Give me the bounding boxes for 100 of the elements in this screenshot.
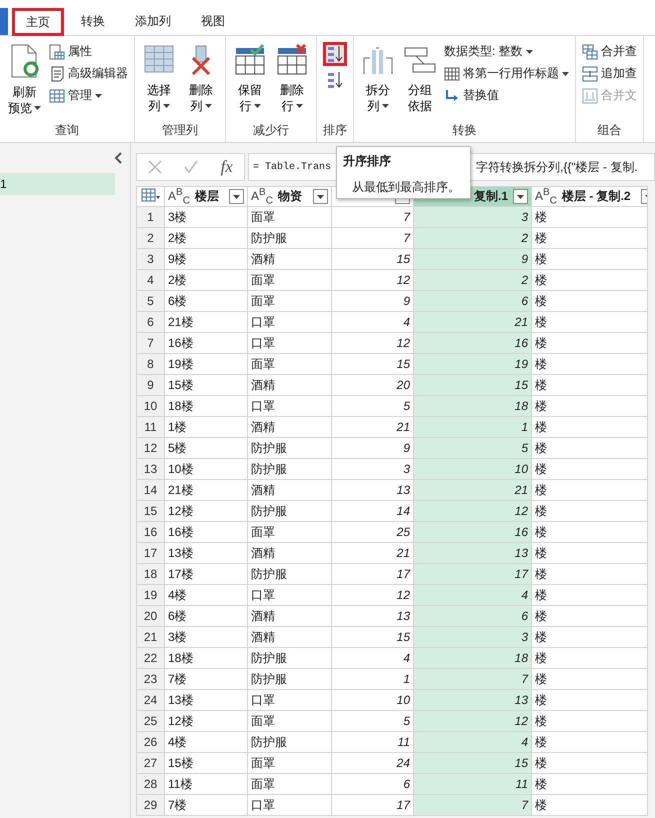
table-cell: 21楼 bbox=[164, 312, 248, 333]
row-number: 28 bbox=[136, 774, 164, 795]
row-number: 26 bbox=[136, 732, 164, 753]
row-number: 17 bbox=[136, 542, 164, 564]
table-cell: 7 bbox=[332, 228, 414, 249]
table-cell: 15楼 bbox=[164, 374, 248, 396]
column-name: 复制.1 bbox=[474, 188, 508, 206]
table-cell: 6楼 bbox=[164, 606, 248, 627]
table-cell: 7 bbox=[332, 206, 414, 228]
table-cell: 酒精 bbox=[248, 416, 332, 438]
table-cell: 12 bbox=[414, 500, 532, 522]
table-cell: 15楼 bbox=[164, 752, 248, 774]
table-cell: 楼 bbox=[532, 564, 648, 585]
table-cell: 楼 bbox=[532, 690, 648, 711]
table-cell: 防护服 bbox=[248, 228, 332, 249]
table-cell: 15 bbox=[332, 354, 414, 375]
table-cell: 4 bbox=[414, 732, 532, 753]
table-cell: 18 bbox=[414, 648, 532, 669]
table-cell: 5 bbox=[332, 396, 414, 417]
table-cell: 楼 bbox=[532, 312, 648, 333]
table-cell: 17 bbox=[332, 564, 414, 585]
table-cell: 12楼 bbox=[164, 710, 248, 732]
table-cell: 3 bbox=[332, 458, 414, 480]
table-cell: 10楼 bbox=[164, 458, 248, 480]
table-cell: 楼 bbox=[532, 668, 648, 690]
table-cell: 4 bbox=[332, 648, 414, 669]
row-number: 11 bbox=[136, 416, 164, 438]
table-cell: 9 bbox=[414, 248, 532, 270]
table-cell: 14 bbox=[332, 500, 414, 522]
table-cell: 口罩 bbox=[248, 332, 332, 354]
table-cell: 口罩 bbox=[248, 312, 332, 333]
table-cell: 楼 bbox=[532, 710, 648, 732]
group-label: 减少行 bbox=[252, 122, 290, 139]
row-number: 27 bbox=[136, 752, 164, 774]
table-cell: 面罩 bbox=[248, 752, 332, 774]
table-cell: 楼 bbox=[532, 396, 648, 417]
table-cell: 13楼 bbox=[164, 690, 248, 711]
table-cell: 10 bbox=[414, 458, 532, 480]
table-cell: 楼 bbox=[532, 438, 648, 459]
row-number: 25 bbox=[136, 710, 164, 732]
row-number: 21 bbox=[136, 626, 164, 648]
table-cell: 13 bbox=[332, 480, 414, 501]
table-cell: 6 bbox=[414, 290, 532, 312]
table-cell: 12 bbox=[332, 270, 414, 291]
table-cell: 20 bbox=[332, 374, 414, 396]
table-cell: 楼 bbox=[532, 626, 648, 648]
table-cell: 楼 bbox=[532, 648, 648, 669]
table-cell: 17 bbox=[332, 794, 414, 816]
table-cell: 6楼 bbox=[164, 290, 248, 312]
table-cell: 1 bbox=[414, 416, 532, 438]
table-cell: 楼 bbox=[532, 522, 648, 543]
table-cell: 楼 bbox=[532, 774, 648, 795]
table-cell: 面罩 bbox=[248, 290, 332, 312]
table-cell: 12 bbox=[332, 332, 414, 354]
table-cell: 面罩 bbox=[248, 710, 332, 732]
table-cell: 防护服 bbox=[248, 668, 332, 690]
table-cell: 13 bbox=[332, 606, 414, 627]
table-cell: 17 bbox=[414, 564, 532, 585]
table-cell: 酒精 bbox=[248, 374, 332, 396]
group-label: 转换 bbox=[452, 122, 478, 139]
table-cell: 16 bbox=[414, 332, 532, 354]
table-cell: 7 bbox=[414, 794, 532, 816]
table-cell: 楼 bbox=[532, 332, 648, 354]
table-cell: 楼 bbox=[532, 458, 648, 480]
group-label: 组合 bbox=[596, 122, 622, 139]
table-cell: 12 bbox=[332, 584, 414, 606]
table-cell: 楼 bbox=[532, 606, 648, 627]
table-cell: 4 bbox=[414, 584, 532, 606]
row-number: 13 bbox=[136, 458, 164, 480]
row-number: 5 bbox=[136, 290, 164, 312]
table-cell: 楼 bbox=[532, 416, 648, 438]
table-cell: 楼 bbox=[532, 480, 648, 501]
column-name: 物资 bbox=[278, 188, 302, 206]
table-cell: 11 bbox=[332, 732, 414, 753]
table-cell: 口罩 bbox=[248, 794, 332, 816]
table-cell: 7楼 bbox=[164, 668, 248, 690]
table-cell: 4 bbox=[332, 312, 414, 333]
table-cell: 21楼 bbox=[164, 480, 248, 501]
table-cell: 3 bbox=[414, 626, 532, 648]
table-cell: 12 bbox=[414, 710, 532, 732]
table-cell: 11 bbox=[414, 774, 532, 795]
table-cell: 楼 bbox=[532, 290, 648, 312]
table-cell: 21 bbox=[332, 416, 414, 438]
table-cell: 21 bbox=[332, 542, 414, 564]
table-cell: 3 bbox=[414, 206, 532, 228]
table-cell: 楼 bbox=[532, 374, 648, 396]
table-cell: 9 bbox=[332, 290, 414, 312]
table-cell: 5 bbox=[414, 438, 532, 459]
row-number: 2 bbox=[136, 228, 164, 249]
table-cell: 9楼 bbox=[164, 248, 248, 270]
table-cell: 21 bbox=[414, 312, 532, 333]
table-cell: 24 bbox=[332, 752, 414, 774]
table-cell: 16楼 bbox=[164, 332, 248, 354]
table-cell: 19楼 bbox=[164, 354, 248, 375]
row-number: 15 bbox=[136, 500, 164, 522]
table-cell: 酒精 bbox=[248, 606, 332, 627]
row-number: 3 bbox=[136, 248, 164, 270]
row-number: 20 bbox=[136, 606, 164, 627]
table-cell: 13楼 bbox=[164, 542, 248, 564]
table-cell: 7楼 bbox=[164, 794, 248, 816]
